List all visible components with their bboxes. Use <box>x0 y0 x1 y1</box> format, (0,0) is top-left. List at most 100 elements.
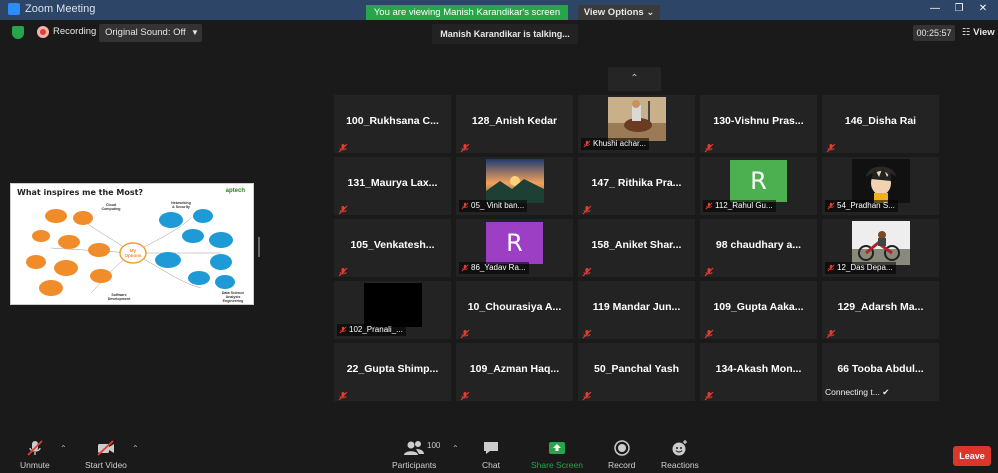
mindmap-node-data: Engineering <box>223 299 244 303</box>
chevron-up-icon[interactable]: ⌃ <box>132 444 139 453</box>
participant-photo <box>608 97 666 141</box>
participant-tile[interactable]: 22_Gupta Shimp... <box>334 343 451 401</box>
participant-tile[interactable]: 109_Azman Haq... <box>456 343 573 401</box>
original-sound-button[interactable]: Original Sound: Off <box>99 24 192 42</box>
participant-name: 128_Anish Kedar <box>471 115 558 127</box>
participant-tile[interactable]: 100_Rukhsana C... <box>334 95 451 153</box>
participant-name: 129_Adarsh Ma... <box>837 301 924 313</box>
participant-tile[interactable]: 05_ Vinit ban... <box>456 157 573 215</box>
mindmap-center: Options <box>125 253 142 258</box>
participant-tile[interactable]: 128_Anish Kedar <box>456 95 573 153</box>
participant-name: 109_Azman Haq... <box>469 363 560 375</box>
start-video-button[interactable]: Start Video <box>85 439 127 470</box>
check-icon: ✔ <box>882 387 890 397</box>
participant-tile[interactable]: 12_Das Depa... <box>822 219 939 277</box>
shared-screen[interactable]: What inspires me the Most? aptech My Opt… <box>10 183 254 305</box>
participant-tile[interactable]: 131_Maurya Lax... <box>334 157 451 215</box>
participants-icon <box>404 441 425 455</box>
chevron-down-icon: ⌄ <box>646 7 655 18</box>
chat-button[interactable]: Chat <box>482 439 500 470</box>
mic-muted-icon <box>460 140 470 153</box>
view-button[interactable]: ☷ View <box>962 25 995 41</box>
record-button[interactable]: Record <box>608 439 635 470</box>
mindmap-diagram: My Options Cloud Computing Networking & … <box>26 201 244 303</box>
participant-name: 102_Pranali_... <box>349 325 403 334</box>
unmute-button[interactable]: Unmute <box>20 439 50 470</box>
minimize-icon[interactable]: — <box>924 2 946 16</box>
mic-muted-icon <box>704 326 714 339</box>
window-title: Zoom Meeting <box>8 3 95 15</box>
window-controls: — ❐ ✕ <box>924 2 994 16</box>
share-screen-button[interactable]: Share Screen <box>531 439 583 470</box>
participant-name: 119 Mandar Jun... <box>592 301 681 313</box>
zoom-logo-icon <box>8 3 20 15</box>
chevron-up-icon[interactable]: ⌃ <box>452 444 459 453</box>
participant-name: 112_Rahul Gu... <box>715 201 773 210</box>
participant-name: 66 Tooba Abdul... <box>837 363 924 375</box>
participant-avatar: R <box>730 160 787 202</box>
reactions-button[interactable]: Reactions <box>661 439 699 470</box>
participant-tile[interactable]: 105_Venkatesh... <box>334 219 451 277</box>
participant-tile[interactable]: 50_Panchal Yash <box>578 343 695 401</box>
participant-tile[interactable]: R 86_Yadav Ra... <box>456 219 573 277</box>
participant-tile[interactable]: Khushi achar... <box>578 95 695 153</box>
chevron-down-icon[interactable]: ▼ <box>188 24 202 42</box>
gallery-scroll-up-button[interactable]: ⌃ <box>608 67 661 91</box>
view-label: View <box>973 27 995 38</box>
mic-muted-icon <box>338 202 348 215</box>
mic-muted-icon <box>582 202 592 215</box>
close-icon[interactable]: ✕ <box>972 2 994 16</box>
mic-muted-icon <box>826 326 836 339</box>
participant-tile[interactable]: 146_Disha Rai <box>822 95 939 153</box>
mic-muted-icon <box>827 264 835 272</box>
mic-muted-icon <box>583 140 591 148</box>
participant-tile[interactable]: R 112_Rahul Gu... <box>700 157 817 215</box>
recording-icon[interactable] <box>37 26 49 38</box>
participant-photo <box>852 221 910 265</box>
connecting-status: Connecting t... ✔ <box>825 387 890 397</box>
mic-muted-icon <box>705 202 713 210</box>
participant-label: 05_ Vinit ban... <box>459 200 528 212</box>
restore-icon[interactable]: ❐ <box>948 2 970 16</box>
mic-muted-icon <box>582 264 592 277</box>
participant-tile[interactable]: 158_Aniket Shar... <box>578 219 695 277</box>
chevron-up-icon[interactable]: ⌃ <box>60 444 67 453</box>
participant-tile[interactable]: 54_Pradhan S... <box>822 157 939 215</box>
leave-button[interactable]: Leave <box>953 446 991 466</box>
participant-tile[interactable]: 129_Adarsh Ma... <box>822 281 939 339</box>
participant-label: Khushi achar... <box>581 138 649 150</box>
mic-muted-icon <box>827 202 835 210</box>
split-handle[interactable] <box>258 237 260 257</box>
participant-name: 22_Gupta Shimp... <box>346 363 439 375</box>
mic-muted-icon <box>704 388 714 401</box>
participant-tile[interactable]: 98 chaudhary a... <box>700 219 817 277</box>
participant-name: 134-Akash Mon... <box>715 363 802 375</box>
participant-tile[interactable]: 134-Akash Mon... <box>700 343 817 401</box>
participant-name: 109_Gupta Aaka... <box>713 301 804 313</box>
view-options-button[interactable]: View Options ⌄ <box>578 5 660 20</box>
participant-photo <box>486 159 544 203</box>
share-screen-label: Share Screen <box>531 460 583 470</box>
mic-muted-icon <box>338 264 348 277</box>
sharing-banner: You are viewing Manish Karandikar's scre… <box>366 5 568 20</box>
participant-tile[interactable]: 119 Mandar Jun... <box>578 281 695 339</box>
microphone-muted-icon <box>27 440 43 456</box>
mic-muted-icon <box>460 388 470 401</box>
participant-name: 86_Yadav Ra... <box>471 263 526 272</box>
meeting-controls-bar: Unmute ⌃ Start Video ⌃ Participants 100 … <box>0 425 998 473</box>
mic-muted-icon <box>704 140 714 153</box>
mic-muted-icon <box>826 140 836 153</box>
mindmap-node-cloud: Computing <box>102 207 121 211</box>
participant-tile[interactable]: 109_Gupta Aaka... <box>700 281 817 339</box>
participant-tile[interactable]: 10_Chourasiya A... <box>456 281 573 339</box>
participant-name: 12_Das Depa... <box>837 263 893 272</box>
participant-name: 146_Disha Rai <box>844 115 917 127</box>
participant-tile[interactable]: 130-Vishnu Pras... <box>700 95 817 153</box>
participant-label: 86_Yadav Ra... <box>459 262 529 274</box>
participant-tile[interactable]: 66 Tooba Abdul... Connecting t... ✔ <box>822 343 939 401</box>
shield-icon[interactable] <box>12 26 24 39</box>
mic-muted-icon <box>582 326 592 339</box>
start-video-label: Start Video <box>85 460 127 470</box>
participant-tile[interactable]: 147_ Rithika Pra... <box>578 157 695 215</box>
participant-tile[interactable]: 102_Pranali_... <box>334 281 451 339</box>
